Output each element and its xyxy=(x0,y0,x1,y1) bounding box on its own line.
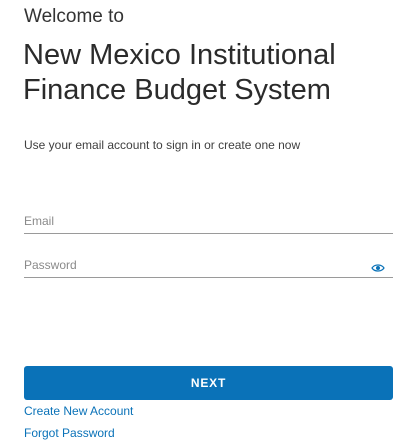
create-account-link[interactable]: Create New Account xyxy=(24,404,133,418)
eye-icon[interactable] xyxy=(371,260,385,272)
signin-instructions: Use your email account to sign in or cre… xyxy=(24,138,301,152)
system-title: New Mexico Institutional Finance Budget … xyxy=(23,39,336,106)
password-field xyxy=(24,255,393,278)
email-field xyxy=(24,211,393,234)
password-input[interactable] xyxy=(24,255,354,275)
welcome-heading: Welcome to xyxy=(24,6,124,27)
next-button[interactable]: NEXT xyxy=(24,366,393,400)
forgot-password-link[interactable]: Forgot Password xyxy=(24,426,115,440)
email-input[interactable] xyxy=(24,211,354,231)
